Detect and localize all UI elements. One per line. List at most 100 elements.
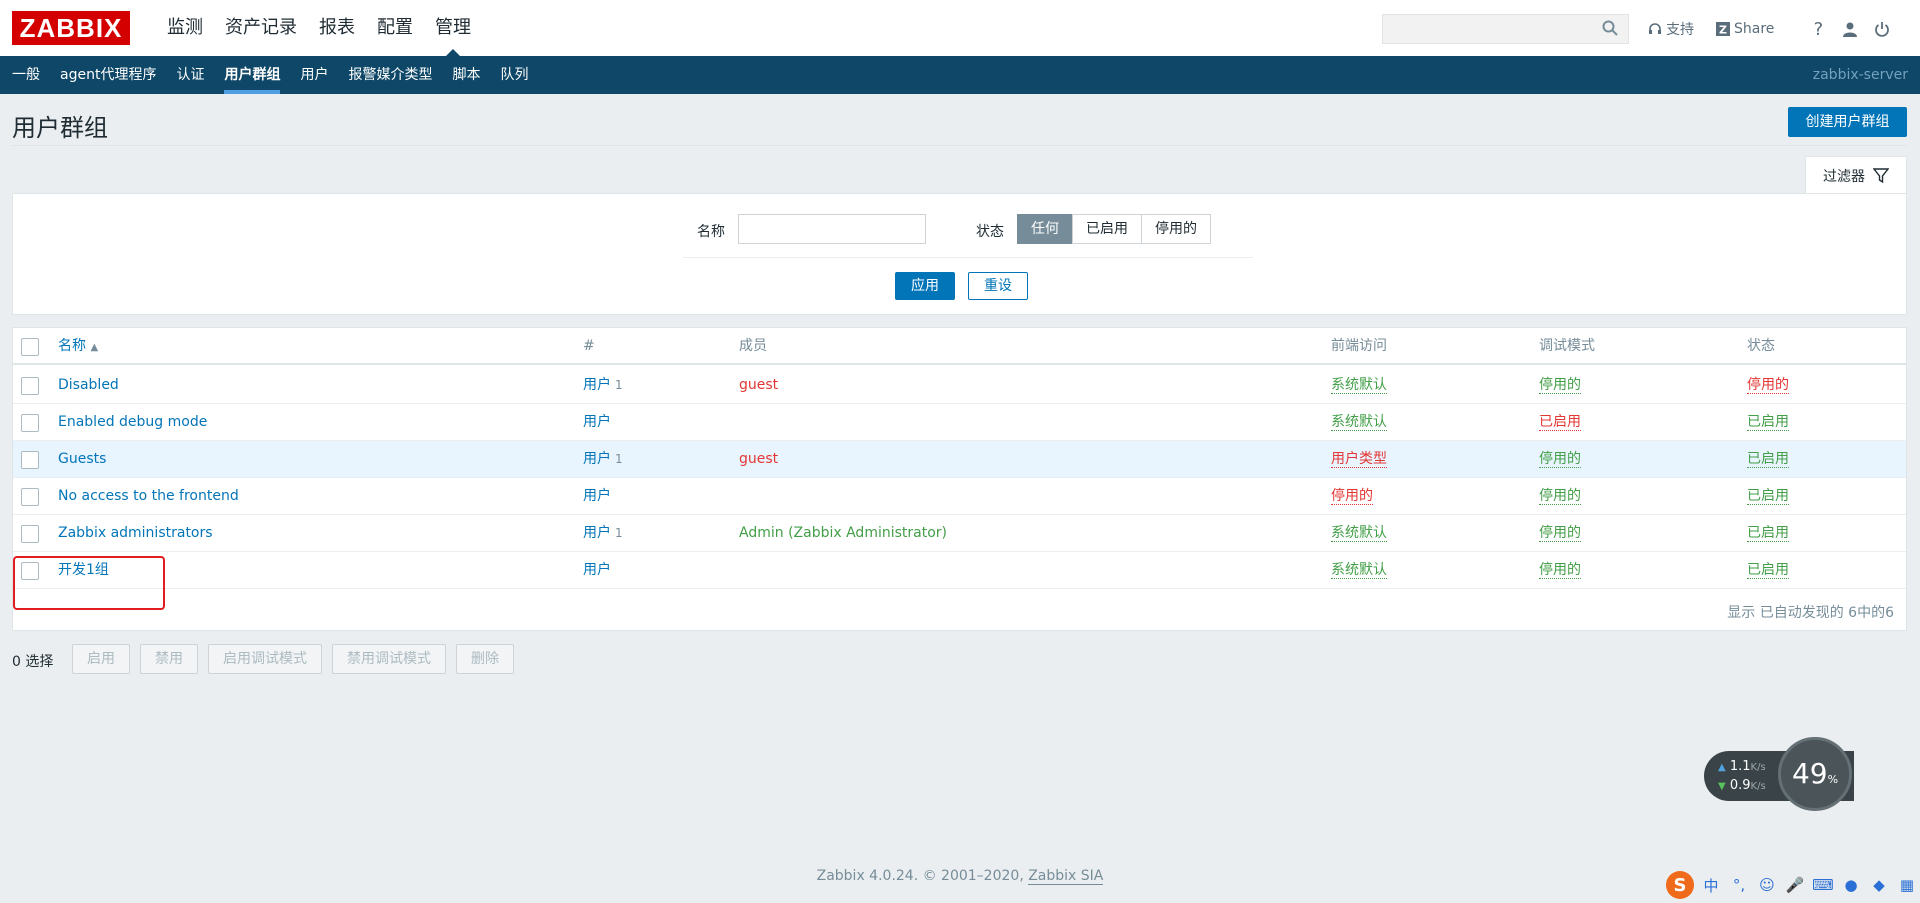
- microphone-icon[interactable]: 🎤: [1784, 874, 1806, 896]
- cpu-usage-dial[interactable]: 49%: [1778, 737, 1852, 811]
- filter-status-label: 状态: [976, 224, 1004, 240]
- share-label: Share: [1734, 21, 1775, 37]
- row-checkbox[interactable]: [21, 451, 39, 469]
- row-checkbox[interactable]: [21, 377, 39, 395]
- zabbix-sia-link[interactable]: Zabbix SIA: [1028, 868, 1104, 885]
- enable-button[interactable]: 启用: [72, 644, 130, 674]
- svg-text:Z: Z: [1719, 24, 1727, 37]
- group-name-link[interactable]: Enabled debug mode: [58, 404, 207, 441]
- group-name-link[interactable]: Disabled: [58, 367, 119, 404]
- member-link[interactable]: Admin (Zabbix Administrator): [739, 525, 947, 541]
- subnav-general[interactable]: 一般: [2, 56, 50, 94]
- help-icon[interactable]: ?: [1808, 19, 1828, 40]
- subnav-user-groups[interactable]: 用户群组: [214, 56, 290, 94]
- column-frontend-access: 前端访问: [1331, 338, 1387, 354]
- status-toggle[interactable]: 已启用: [1747, 562, 1789, 579]
- zabbix-logo[interactable]: ZABBIX: [12, 11, 130, 45]
- member-link[interactable]: guest: [739, 451, 778, 467]
- delete-button[interactable]: 删除: [456, 644, 514, 674]
- frontend-access-toggle[interactable]: 系统默认: [1331, 525, 1387, 542]
- nav-monitoring[interactable]: 监测: [156, 0, 214, 56]
- row-checkbox[interactable]: [21, 414, 39, 432]
- toolbox-icon[interactable]: ▦: [1896, 874, 1918, 896]
- subnav-queue[interactable]: 队列: [490, 56, 538, 94]
- logout-power-icon[interactable]: [1872, 19, 1892, 39]
- create-user-group-button[interactable]: 创建用户群组: [1788, 107, 1907, 137]
- debug-mode-toggle[interactable]: 停用的: [1539, 525, 1581, 542]
- subnav-media-types[interactable]: 报警媒介类型: [338, 56, 442, 94]
- user-icon[interactable]: ●: [1840, 874, 1862, 896]
- subnav-authentication[interactable]: 认证: [166, 56, 214, 94]
- filter-name-input[interactable]: [738, 214, 926, 244]
- group-name-link[interactable]: Guests: [58, 441, 106, 478]
- users-link[interactable]: 用户: [583, 377, 611, 393]
- user-groups-table: 名称 ▲ # 成员 前端访问 调试模式 状态 Disabled 用户 1 gues…: [12, 327, 1907, 631]
- users-link[interactable]: 用户: [583, 451, 611, 467]
- debug-mode-toggle[interactable]: 停用的: [1539, 451, 1581, 468]
- debug-mode-toggle[interactable]: 停用的: [1539, 377, 1581, 394]
- status-option-any[interactable]: 任何: [1017, 214, 1073, 244]
- frontend-access-toggle[interactable]: 系统默认: [1331, 562, 1387, 579]
- search-input[interactable]: [1382, 14, 1629, 44]
- group-name-link[interactable]: Zabbix administrators: [58, 515, 213, 552]
- column-name-sort[interactable]: 名称 ▲: [58, 328, 98, 366]
- enable-debug-button[interactable]: 启用调试模式: [208, 644, 322, 674]
- disable-button[interactable]: 禁用: [140, 644, 198, 674]
- frontend-access-toggle[interactable]: 系统默认: [1331, 377, 1387, 394]
- status-toggle[interactable]: 已启用: [1747, 414, 1789, 431]
- support-link[interactable]: 支持: [1648, 19, 1694, 39]
- status-toggle[interactable]: 已启用: [1747, 525, 1789, 542]
- users-link[interactable]: 用户: [583, 525, 611, 541]
- subnav-users[interactable]: 用户: [290, 56, 338, 94]
- share-z-icon: Z: [1716, 22, 1730, 36]
- punctuation-icon[interactable]: °,: [1728, 874, 1750, 896]
- frontend-access-toggle[interactable]: 停用的: [1331, 488, 1373, 505]
- filter-tab[interactable]: 过滤器: [1805, 156, 1907, 194]
- user-profile-icon[interactable]: [1840, 19, 1860, 39]
- skin-icon[interactable]: ◆: [1868, 874, 1890, 896]
- ime-chinese-mode[interactable]: 中: [1700, 874, 1722, 896]
- emoji-icon[interactable]: ☺: [1756, 874, 1778, 896]
- annotation-highlight-box: [13, 556, 165, 610]
- selected-count: 0 选择: [12, 654, 54, 670]
- nav-administration[interactable]: 管理: [424, 0, 482, 57]
- nav-configuration[interactable]: 配置: [366, 0, 424, 56]
- member-link[interactable]: guest: [739, 377, 778, 393]
- status-option-enabled[interactable]: 已启用: [1072, 214, 1142, 244]
- frontend-access-toggle[interactable]: 系统默认: [1331, 414, 1387, 431]
- search-icon[interactable]: [1602, 20, 1620, 38]
- status-toggle[interactable]: 停用的: [1747, 377, 1789, 394]
- share-link[interactable]: Z Share: [1716, 21, 1774, 37]
- keyboard-icon[interactable]: ⌨: [1812, 874, 1834, 896]
- status-option-disabled[interactable]: 停用的: [1141, 214, 1211, 244]
- debug-mode-toggle[interactable]: 停用的: [1539, 562, 1581, 579]
- main-nav: 监测 资产记录 报表 配置 管理: [156, 0, 482, 57]
- column-status: 状态: [1747, 338, 1775, 354]
- select-all-checkbox[interactable]: [21, 338, 39, 356]
- subnav-scripts[interactable]: 脚本: [442, 56, 490, 94]
- funnel-icon: [1873, 167, 1889, 183]
- column-name-label: 名称: [58, 338, 86, 354]
- frontend-access-toggle[interactable]: 用户类型: [1331, 451, 1387, 468]
- users-link[interactable]: 用户: [583, 562, 611, 578]
- status-toggle[interactable]: 已启用: [1747, 488, 1789, 505]
- row-checkbox[interactable]: [21, 525, 39, 543]
- apply-button[interactable]: 应用: [895, 272, 955, 300]
- users-link[interactable]: 用户: [583, 488, 611, 504]
- sogou-s-icon[interactable]: S: [1666, 871, 1694, 899]
- group-name-link[interactable]: No access to the frontend: [58, 478, 239, 515]
- usage-percent: 49: [1791, 757, 1828, 790]
- download-arrow-icon: ▼: [1718, 781, 1726, 792]
- headset-icon: [1649, 23, 1661, 34]
- debug-mode-toggle[interactable]: 已启用: [1539, 414, 1581, 431]
- nav-reports[interactable]: 报表: [308, 0, 366, 56]
- status-toggle[interactable]: 已启用: [1747, 451, 1789, 468]
- subnav-proxies[interactable]: agent代理程序: [50, 56, 166, 94]
- users-link[interactable]: 用户: [583, 414, 611, 430]
- sort-asc-icon: ▲: [90, 342, 99, 353]
- row-checkbox[interactable]: [21, 488, 39, 506]
- disable-debug-button[interactable]: 禁用调试模式: [332, 644, 446, 674]
- debug-mode-toggle[interactable]: 停用的: [1539, 488, 1581, 505]
- nav-inventory[interactable]: 资产记录: [214, 0, 308, 56]
- reset-button[interactable]: 重设: [968, 272, 1028, 300]
